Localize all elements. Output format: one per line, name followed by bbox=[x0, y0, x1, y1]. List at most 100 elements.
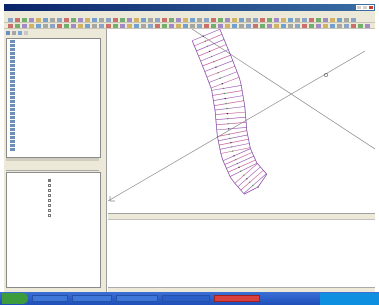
tree-item[interactable] bbox=[10, 148, 40, 151]
strip-cell-edge bbox=[215, 111, 246, 115]
tree-item[interactable] bbox=[10, 52, 40, 55]
property-row[interactable] bbox=[8, 213, 96, 217]
system-tray[interactable] bbox=[320, 293, 379, 305]
layer-icon bbox=[10, 52, 15, 55]
property-row[interactable] bbox=[8, 183, 96, 187]
property-checkbox[interactable] bbox=[48, 178, 51, 182]
property-row[interactable] bbox=[8, 203, 96, 207]
property-checkbox[interactable] bbox=[48, 188, 51, 192]
taskbar-item-active[interactable] bbox=[162, 295, 210, 302]
property-row[interactable] bbox=[8, 188, 96, 192]
strip-marker bbox=[231, 146, 233, 148]
tree-item[interactable] bbox=[10, 76, 40, 79]
tree-item[interactable] bbox=[10, 144, 40, 147]
layer-icon bbox=[10, 76, 15, 79]
panel-toolbar[interactable] bbox=[6, 31, 66, 37]
property-value[interactable] bbox=[48, 203, 53, 207]
toolbar-icon bbox=[246, 24, 251, 28]
property-checkbox[interactable] bbox=[48, 203, 51, 207]
toolbar-icon bbox=[43, 24, 48, 28]
tree-item[interactable] bbox=[10, 80, 40, 83]
property-value[interactable] bbox=[48, 198, 53, 202]
toolbar-icon bbox=[239, 24, 244, 28]
tree-item[interactable] bbox=[10, 112, 40, 115]
tree-scrollbar[interactable] bbox=[6, 158, 99, 161]
tree-item[interactable] bbox=[10, 120, 40, 123]
command-output[interactable] bbox=[108, 219, 375, 292]
toolbar-icon bbox=[218, 24, 223, 28]
tree-item[interactable] bbox=[10, 104, 40, 107]
toolbar-icon bbox=[253, 24, 258, 28]
toolbar-icon bbox=[239, 18, 244, 22]
property-value[interactable] bbox=[48, 193, 53, 197]
property-row[interactable] bbox=[8, 193, 96, 197]
tree-item[interactable] bbox=[10, 124, 40, 127]
taskbar-item[interactable] bbox=[72, 295, 112, 302]
property-checkbox[interactable] bbox=[48, 183, 51, 187]
strip-marker bbox=[226, 107, 228, 110]
toolbar-icon bbox=[190, 24, 195, 28]
tree-item[interactable] bbox=[10, 88, 40, 91]
property-checkbox[interactable] bbox=[48, 213, 51, 217]
property-value[interactable] bbox=[48, 208, 53, 212]
tree-item[interactable] bbox=[10, 60, 40, 63]
tree-item[interactable] bbox=[10, 108, 40, 111]
tree-item[interactable] bbox=[10, 100, 40, 103]
taskbar-item[interactable] bbox=[32, 295, 68, 302]
tree-item[interactable] bbox=[10, 44, 40, 47]
strip-cell-edge bbox=[237, 166, 261, 187]
property-row[interactable] bbox=[8, 198, 96, 202]
toolbar-icon bbox=[106, 24, 111, 28]
tree-item[interactable] bbox=[10, 128, 40, 131]
toolbar-icon bbox=[99, 18, 104, 22]
strip-marker bbox=[233, 155, 235, 157]
property-row[interactable] bbox=[8, 178, 96, 182]
strip-marker bbox=[236, 162, 239, 165]
toolbar-icon bbox=[57, 24, 62, 28]
toolbar-icon bbox=[141, 24, 146, 28]
property-checkbox[interactable] bbox=[48, 198, 51, 202]
toolbar-icon bbox=[120, 18, 125, 22]
taskbar-item[interactable] bbox=[214, 295, 260, 302]
tree-item[interactable] bbox=[10, 84, 40, 87]
strip-cell-edge bbox=[234, 163, 258, 184]
start-button[interactable] bbox=[2, 293, 28, 304]
toolbar-icon bbox=[281, 24, 286, 28]
strip-marker bbox=[230, 141, 232, 144]
tree-item[interactable] bbox=[10, 96, 40, 99]
tree-item[interactable] bbox=[10, 48, 40, 51]
folder-icon bbox=[6, 31, 10, 35]
toolbar-icon bbox=[295, 18, 300, 22]
strip-cell-edge bbox=[202, 54, 231, 67]
property-value[interactable] bbox=[48, 188, 53, 192]
strip-cell-edge bbox=[213, 95, 244, 101]
cad-drawing[interactable] bbox=[108, 29, 375, 213]
strip-marker bbox=[228, 133, 230, 135]
property-row[interactable] bbox=[8, 208, 96, 212]
taskbar-item[interactable] bbox=[116, 295, 158, 302]
toolbar-icon bbox=[365, 24, 370, 28]
toolbar-icon bbox=[302, 18, 307, 22]
tree-item[interactable] bbox=[10, 132, 40, 135]
tree-item[interactable] bbox=[10, 92, 40, 95]
close-button[interactable] bbox=[368, 5, 374, 10]
property-checkbox[interactable] bbox=[48, 208, 51, 212]
toolbar-icon bbox=[190, 18, 195, 22]
tree-item[interactable] bbox=[10, 68, 40, 71]
property-checkbox[interactable] bbox=[48, 193, 51, 197]
tree-item[interactable] bbox=[10, 56, 40, 59]
property-value[interactable] bbox=[48, 178, 53, 182]
tree-item[interactable] bbox=[10, 72, 40, 75]
toolbar-icon bbox=[36, 18, 41, 22]
tree-item[interactable] bbox=[10, 136, 40, 139]
property-value[interactable] bbox=[48, 213, 53, 217]
toolbar-icon bbox=[351, 18, 356, 22]
tree-item[interactable] bbox=[10, 40, 40, 43]
tree-item[interactable] bbox=[10, 116, 40, 119]
property-value[interactable] bbox=[48, 183, 53, 187]
tree-item[interactable] bbox=[10, 140, 40, 143]
strip-cell-edge bbox=[194, 34, 223, 47]
toolbar-icons[interactable] bbox=[4, 17, 375, 29]
tree-item[interactable] bbox=[10, 64, 40, 67]
toolbar-icon bbox=[64, 18, 69, 22]
